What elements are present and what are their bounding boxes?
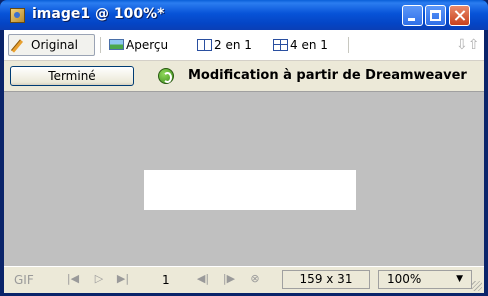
document-client-area: Original Aperçu 2 en 1 4 en 1 ⇩⇧ Terminé…: [4, 30, 484, 293]
zoom-select[interactable]: 100% ▼: [378, 270, 472, 289]
next-frame-icon[interactable]: |▶: [222, 272, 236, 286]
split-4-icon: [273, 39, 288, 51]
image-canvas[interactable]: [144, 170, 356, 210]
title-bar[interactable]: image1 @ 100%*: [0, 0, 488, 30]
first-frame-icon[interactable]: |◀: [66, 272, 80, 286]
split-2-icon: [197, 39, 212, 51]
prev-frame-icon[interactable]: ◀|: [196, 272, 210, 286]
tab-4-en-1-label: 4 en 1: [290, 38, 328, 52]
app-icon: [10, 8, 25, 23]
image-format: GIF: [14, 273, 34, 287]
tab-2-en-1[interactable]: 2 en 1: [194, 34, 266, 56]
dreamweaver-icon: [158, 68, 174, 84]
last-frame-icon[interactable]: ▶|: [116, 272, 130, 286]
done-button[interactable]: Terminé: [10, 66, 134, 86]
sort-arrows-icon[interactable]: ⇩⇧: [456, 36, 479, 54]
tab-apercu-label: Aperçu: [126, 38, 169, 52]
zoom-value: 100%: [387, 272, 422, 286]
maximize-icon[interactable]: [425, 5, 446, 26]
tab-original-label: Original: [31, 38, 78, 52]
status-bar: GIF |◀ ▷ ▶| 1 ◀| |▶ ⊗ 159 x 31 100% ▼: [4, 266, 484, 293]
chevron-down-icon: ▼: [456, 274, 463, 284]
minimize-icon[interactable]: [402, 5, 423, 26]
frame-number: 1: [162, 273, 170, 287]
tab-2-en-1-label: 2 en 1: [214, 38, 252, 52]
tab-apercu[interactable]: Aperçu: [106, 34, 186, 56]
close-icon[interactable]: [449, 5, 470, 26]
tab-4-en-1[interactable]: 4 en 1: [270, 34, 342, 56]
picture-icon: [109, 39, 124, 50]
pencil-icon: [10, 39, 24, 53]
image-dimensions: 159 x 31: [282, 270, 370, 289]
canvas-area[interactable]: [4, 92, 484, 266]
edit-bar: Terminé Modification à partir de Dreamwe…: [4, 61, 484, 92]
play-icon[interactable]: ▷: [92, 272, 106, 286]
stop-icon[interactable]: ⊗: [248, 272, 262, 286]
fireworks-document-window: image1 @ 100%* Original Aperçu 2 en 1 4 …: [0, 0, 488, 296]
toolbar-divider: [100, 37, 101, 53]
tab-original[interactable]: Original: [8, 34, 95, 56]
view-mode-toolbar: Original Aperçu 2 en 1 4 en 1 ⇩⇧: [4, 30, 484, 61]
toolbar-divider: [348, 37, 349, 53]
window-title: image1 @ 100%*: [32, 6, 165, 22]
edit-source-message: Modification à partir de Dreamweaver: [188, 68, 467, 83]
resize-grip-icon[interactable]: [472, 281, 482, 291]
